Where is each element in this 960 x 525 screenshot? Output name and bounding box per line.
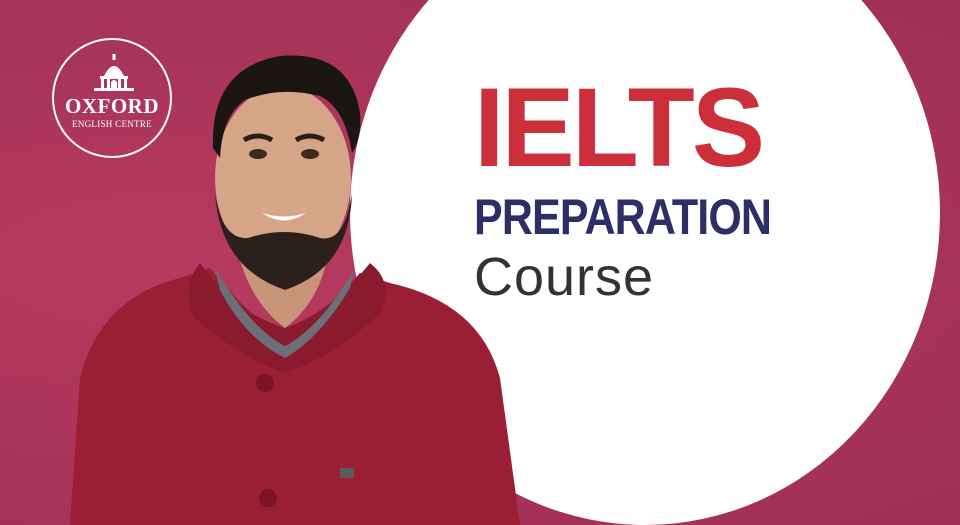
presenter-photo xyxy=(70,55,520,525)
